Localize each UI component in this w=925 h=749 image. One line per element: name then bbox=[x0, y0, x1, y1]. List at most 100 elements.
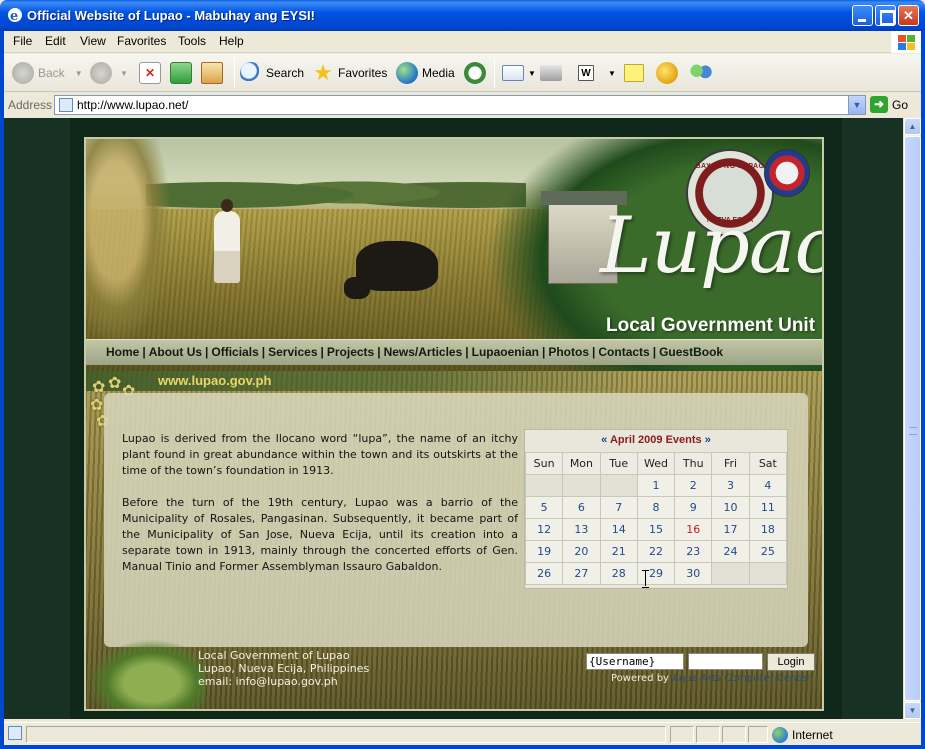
calendar-day[interactable]: 1 bbox=[636, 474, 676, 497]
maximize-button[interactable] bbox=[875, 5, 896, 26]
calendar-day[interactable]: 21 bbox=[599, 540, 638, 563]
weekday-mon: Mon bbox=[562, 452, 601, 475]
close-button[interactable]: ✕ bbox=[898, 5, 919, 26]
calendar-day[interactable]: 3 bbox=[711, 474, 750, 497]
philippine-seal-logo bbox=[764, 149, 810, 197]
calendar-day[interactable]: 10 bbox=[711, 496, 750, 519]
calendar-day[interactable]: 6 bbox=[562, 496, 601, 519]
calendar-week-row: 26 27 28 29 30 bbox=[524, 562, 788, 585]
nav-news-articles[interactable]: News/Articles bbox=[384, 345, 463, 359]
calendar-day[interactable]: 7 bbox=[599, 496, 638, 519]
scroll-down-icon[interactable]: ▼ bbox=[904, 702, 921, 719]
calendar-day[interactable]: 25 bbox=[748, 540, 788, 563]
address-input[interactable]: http://www.lupao.net/ ▼ bbox=[54, 95, 866, 115]
nav-guestbook[interactable]: GuestBook bbox=[659, 345, 723, 359]
history-icon bbox=[464, 62, 486, 84]
print-icon bbox=[540, 65, 562, 81]
calendar-day[interactable]: 30 bbox=[674, 562, 713, 585]
calendar-day[interactable]: 20 bbox=[562, 540, 601, 563]
edit-dropdown-icon: ▼ bbox=[608, 68, 616, 78]
menu-file[interactable]: File bbox=[13, 34, 32, 48]
calendar-prev-link[interactable]: « bbox=[601, 434, 607, 446]
calendar-day[interactable]: 22 bbox=[636, 540, 676, 563]
status-cell bbox=[696, 726, 720, 743]
calendar-day[interactable]: 27 bbox=[562, 562, 601, 585]
refresh-button[interactable] bbox=[170, 60, 192, 86]
login-button[interactable]: Login bbox=[767, 653, 815, 671]
powered-by-link[interactable]: Aqua Arts Computer Center bbox=[672, 673, 810, 684]
calendar-next-link[interactable]: » bbox=[705, 434, 711, 446]
menu-help[interactable]: Help bbox=[219, 34, 244, 48]
mail-dropdown-icon: ▼ bbox=[528, 68, 536, 78]
calendar-day[interactable]: 12 bbox=[524, 518, 564, 541]
menu-edit[interactable]: Edit bbox=[45, 34, 66, 48]
print-button[interactable] bbox=[540, 60, 562, 86]
minimize-icon bbox=[853, 6, 872, 25]
scroll-thumb[interactable] bbox=[904, 136, 921, 701]
calendar-day[interactable]: 16 bbox=[674, 518, 713, 541]
back-button[interactable]: Back ▼ bbox=[12, 60, 83, 86]
calendar-day[interactable]: 23 bbox=[674, 540, 713, 563]
favorites-button[interactable]: ★ Favorites bbox=[312, 60, 387, 86]
calendar-day[interactable]: 9 bbox=[674, 496, 713, 519]
calendar-day[interactable]: 14 bbox=[599, 518, 638, 541]
site-subtitle: Local Government Unit bbox=[606, 315, 816, 336]
mail-button[interactable]: ▼ bbox=[502, 60, 536, 86]
nav-separator: | bbox=[652, 345, 657, 359]
calendar-day[interactable]: 5 bbox=[524, 496, 564, 519]
nav-photos[interactable]: Photos bbox=[548, 345, 589, 359]
stop-icon: ✕ bbox=[139, 62, 161, 84]
calendar-day[interactable]: 19 bbox=[524, 540, 564, 563]
menu-view[interactable]: View bbox=[80, 34, 106, 48]
address-dropdown-icon[interactable]: ▼ bbox=[848, 96, 865, 114]
minimize-button[interactable] bbox=[852, 5, 873, 26]
home-button[interactable] bbox=[201, 60, 223, 86]
footer-line: Lupao, Nueva Ecija, Philippines bbox=[198, 662, 370, 675]
nav-officials[interactable]: Officials bbox=[211, 345, 258, 359]
calendar-day[interactable]: 24 bbox=[711, 540, 750, 563]
calendar-empty-cell bbox=[711, 562, 750, 585]
nav-lupaoenian[interactable]: Lupaoenian bbox=[472, 345, 539, 359]
calendar-day[interactable]: 8 bbox=[636, 496, 676, 519]
calendar-day[interactable]: 28 bbox=[599, 562, 638, 585]
yahoo-messenger-button[interactable] bbox=[656, 60, 678, 86]
discuss-button[interactable] bbox=[624, 60, 644, 86]
scroll-up-icon[interactable]: ▲ bbox=[904, 118, 921, 135]
go-button[interactable]: ➜ Go bbox=[870, 96, 908, 113]
word-edit-icon: W bbox=[578, 65, 594, 81]
messenger-button[interactable] bbox=[690, 60, 712, 86]
calendar-day[interactable]: 11 bbox=[748, 496, 788, 519]
nav-projects[interactable]: Projects bbox=[327, 345, 374, 359]
maximize-icon bbox=[876, 6, 895, 25]
vertical-scrollbar[interactable]: ▲ ▼ bbox=[903, 118, 921, 719]
calendar-day[interactable]: 2 bbox=[674, 474, 713, 497]
edit-button[interactable]: W ▼ bbox=[578, 60, 616, 86]
calendar-day[interactable]: 26 bbox=[524, 562, 564, 585]
nav-about-us[interactable]: About Us bbox=[149, 345, 202, 359]
menu-favorites[interactable]: Favorites bbox=[117, 34, 166, 48]
weekday-thu: Thu bbox=[674, 452, 713, 475]
window-border-bottom bbox=[0, 745, 925, 749]
password-input[interactable] bbox=[688, 653, 763, 670]
history-button[interactable] bbox=[464, 60, 486, 86]
search-icon bbox=[240, 62, 262, 84]
forward-button[interactable]: ▼ bbox=[90, 60, 128, 86]
stop-button[interactable]: ✕ bbox=[139, 60, 161, 86]
nav-services[interactable]: Services bbox=[268, 345, 317, 359]
nav-separator: | bbox=[465, 345, 469, 359]
nav-contacts[interactable]: Contacts bbox=[598, 345, 649, 359]
address-url[interactable]: http://www.lupao.net/ bbox=[77, 98, 188, 112]
nav-home[interactable]: Home bbox=[106, 345, 139, 359]
username-input[interactable] bbox=[586, 653, 684, 670]
menu-tools[interactable]: Tools bbox=[178, 34, 206, 48]
calendar-week-row: 1234 bbox=[524, 474, 788, 497]
calendar-day[interactable]: 13 bbox=[562, 518, 601, 541]
calendar-day[interactable]: 18 bbox=[748, 518, 788, 541]
calendar-day[interactable]: 15 bbox=[636, 518, 676, 541]
calendar-day[interactable]: 4 bbox=[748, 474, 788, 497]
media-button[interactable]: Media bbox=[396, 60, 455, 86]
search-button[interactable]: Search bbox=[240, 60, 304, 86]
calendar-day[interactable]: 17 bbox=[711, 518, 750, 541]
carabao-image bbox=[344, 241, 438, 299]
about-paragraph: Lupao is derived from the Ilocano word “… bbox=[122, 432, 518, 477]
